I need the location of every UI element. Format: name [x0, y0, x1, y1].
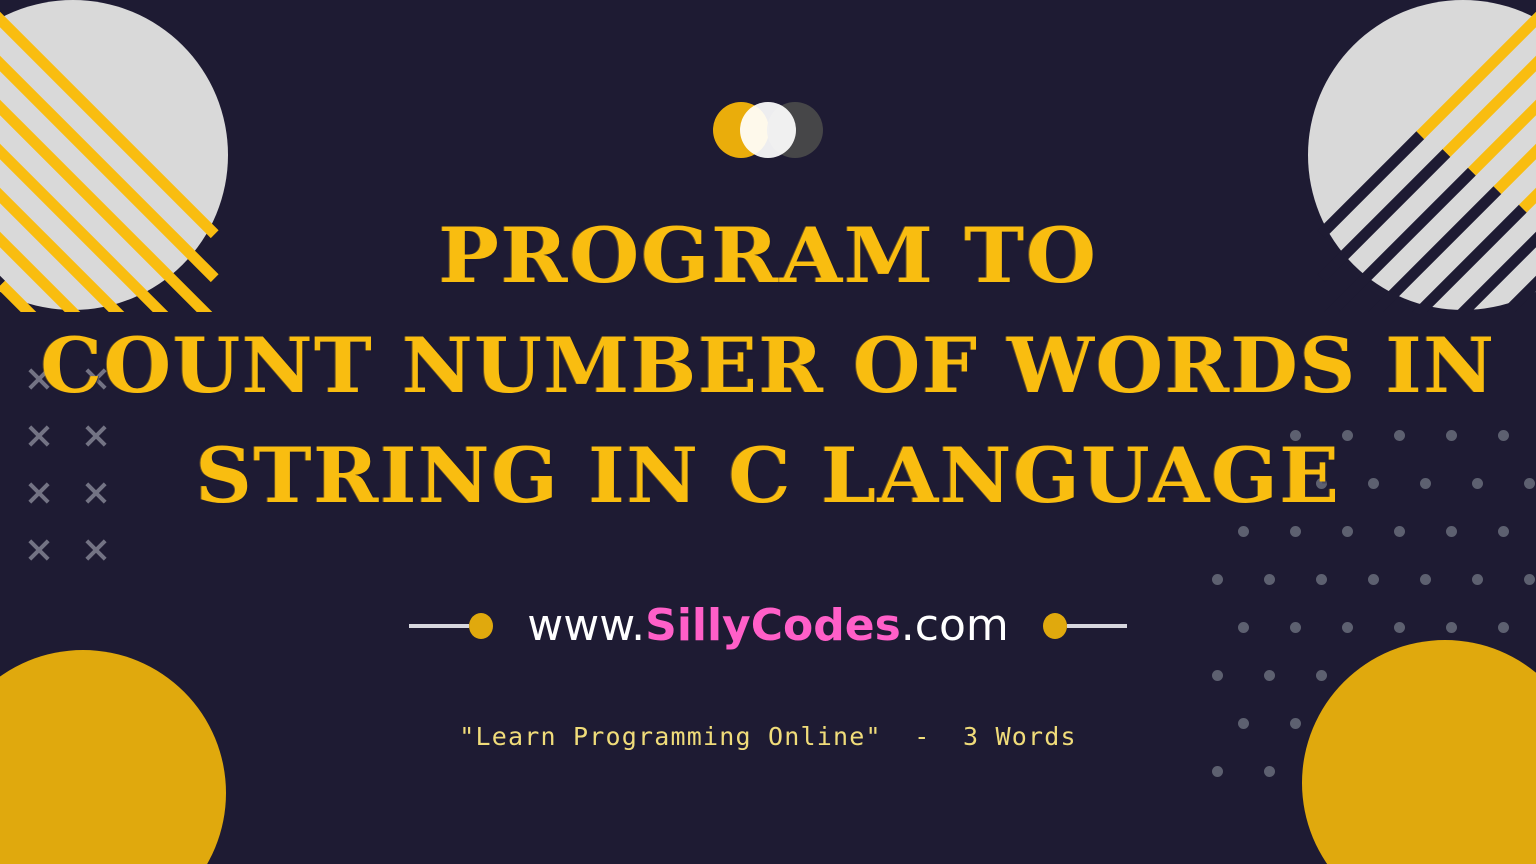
decorative-dot: [1212, 574, 1223, 585]
headline-line-2: COUNT NUMBER OF WORDS IN: [40, 321, 1496, 410]
thumbnail-canvas: PROGRAM TO COUNT NUMBER OF WORDS IN STRI…: [0, 0, 1536, 864]
decorative-dot: [1394, 526, 1405, 537]
decorative-dot: [1238, 526, 1249, 537]
left-rule-ornament: [409, 612, 494, 639]
stripe-segment-gold: [1519, 0, 1536, 213]
decorative-dot: [1316, 574, 1327, 585]
decorative-dot: [1290, 526, 1301, 537]
decorative-dot: [1264, 574, 1275, 585]
logo-circle-white: [740, 102, 796, 158]
decorative-dot: [1316, 670, 1327, 681]
stripe-segment-gold: [1467, 0, 1536, 176]
example-subtitle: "Learn Programming Online" - 3 Words: [459, 722, 1077, 751]
decorative-dot: [1342, 526, 1353, 537]
brand-url-accent: SillyCodes: [645, 600, 901, 651]
bottom-left-gold-circle: [0, 650, 226, 864]
rule-dot: [1042, 612, 1067, 639]
decorative-dot: [1264, 670, 1275, 681]
decorative-dot: [1472, 574, 1483, 585]
decorative-dot: [1420, 574, 1431, 585]
stripe-segment-gold: [1493, 0, 1536, 194]
headline-line-3: STRING IN C LANGUAGE: [195, 431, 1341, 520]
decorative-dot: [1212, 766, 1223, 777]
brand-url-prefix: www.: [527, 600, 646, 651]
rule-bar: [409, 623, 470, 628]
headline-block: PROGRAM TO COUNT NUMBER OF WORDS IN STRI…: [0, 218, 1536, 514]
decorative-diagonal-stripe: [0, 0, 219, 239]
three-overlapping-circles-logo: [713, 102, 823, 158]
decorative-diagonal-stripe: [1317, 0, 1536, 239]
decorative-dot: [1264, 766, 1275, 777]
x-mark-icon: [22, 533, 79, 590]
decorative-dot: [1446, 526, 1457, 537]
brand-url: www.SillyCodes.com: [527, 600, 1009, 651]
stripe-segment-gold: [1442, 0, 1536, 158]
rule-dot: [469, 612, 494, 639]
stripe-segment-gold: [0, 0, 219, 239]
headline-line-1: PROGRAM TO: [438, 211, 1098, 300]
x-mark-icon: [79, 533, 136, 590]
decorative-dot: [1368, 574, 1379, 585]
stripe-segment-gold: [1416, 0, 1536, 139]
brand-url-row: www.SillyCodes.com: [0, 600, 1536, 651]
rule-bar: [1066, 623, 1127, 628]
brand-url-suffix: .com: [900, 600, 1009, 651]
decorative-dot: [1524, 574, 1535, 585]
decorative-dot: [1498, 526, 1509, 537]
right-rule-ornament: [1042, 612, 1127, 639]
decorative-dot: [1212, 670, 1223, 681]
